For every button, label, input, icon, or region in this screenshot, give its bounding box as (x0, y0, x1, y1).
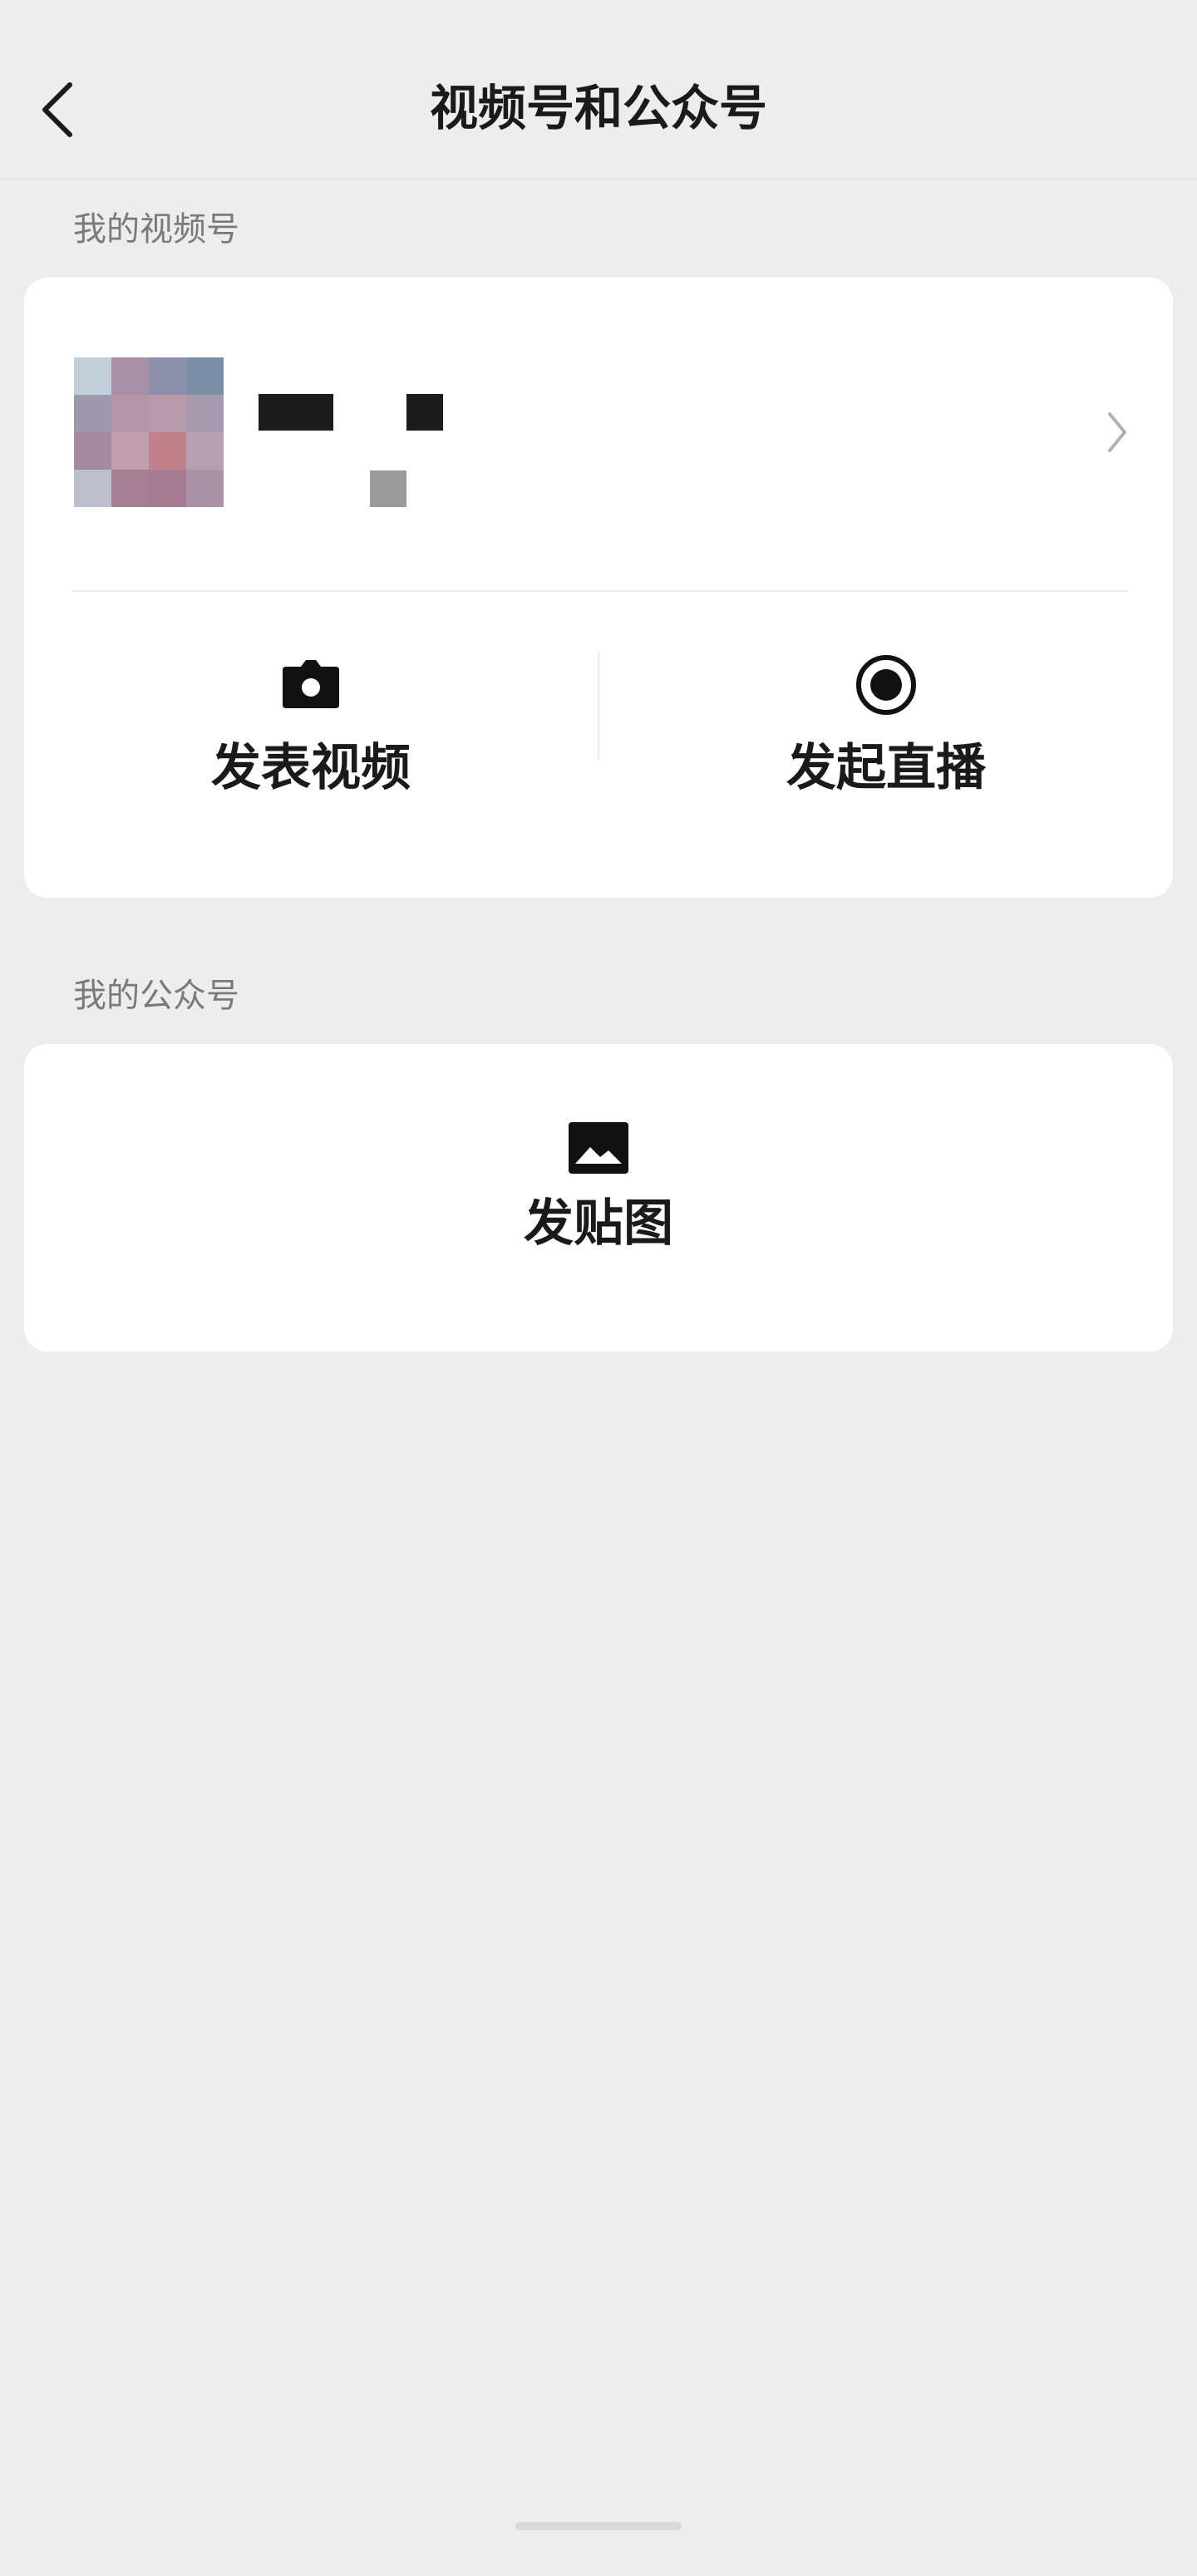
section-label-official: 我的公众号 (73, 977, 239, 1015)
camera-icon (283, 660, 339, 708)
page: 视频号和公众号 我的视频号 发表视频 发起直播 我的公众号 发贴图 (0, 0, 1197, 2576)
post-image-button[interactable]: 发贴图 (24, 1044, 1173, 1352)
live-record-icon (856, 655, 916, 715)
channels-card: 发表视频 发起直播 (24, 278, 1173, 898)
divider (72, 590, 1128, 592)
avatar (74, 357, 224, 507)
channels-profile-row[interactable] (24, 278, 1173, 594)
page-title: 视频号和公众号 (429, 80, 767, 136)
profile-subtitle-redacted (370, 470, 406, 507)
chevron-right-icon (1108, 412, 1126, 452)
nav-bar: 视频号和公众号 (0, 0, 1197, 180)
section-label-channels: 我的视频号 (73, 210, 239, 249)
start-live-label: 发起直播 (786, 739, 986, 797)
start-live-button[interactable]: 发起直播 (599, 594, 1173, 898)
publish-video-button[interactable]: 发表视频 (24, 594, 598, 898)
post-image-label: 发贴图 (524, 1194, 673, 1253)
profile-name-redacted (259, 394, 333, 431)
home-indicator (515, 2522, 682, 2530)
image-icon (569, 1122, 628, 1174)
publish-video-label: 发表视频 (211, 739, 411, 797)
profile-name-redacted-2 (406, 394, 443, 431)
official-card: 发贴图 (24, 1044, 1173, 1352)
